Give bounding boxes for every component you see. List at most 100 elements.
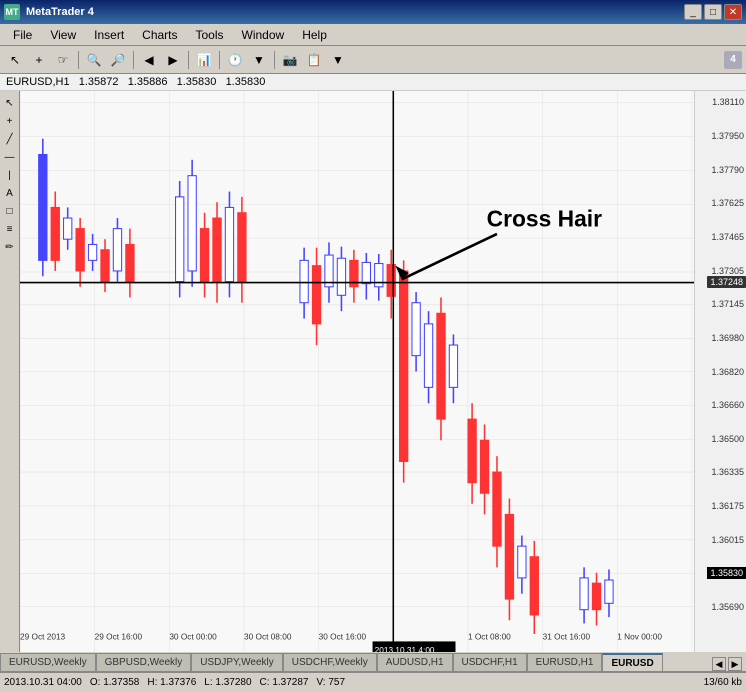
toolbar-period-arrow[interactable]: ▼ bbox=[248, 49, 270, 71]
svg-text:30 Oct 00:00: 30 Oct 00:00 bbox=[169, 631, 217, 641]
price-label-6: 1.37305 bbox=[711, 266, 744, 276]
chart-body: ↖ + ╱ — | A □ ≡ ✏ bbox=[0, 91, 746, 652]
price-label-8: 1.36980 bbox=[711, 333, 744, 343]
price-label-3: 1.37790 bbox=[711, 165, 744, 175]
status-open: O: 1.37358 bbox=[90, 677, 139, 688]
svg-text:31 Oct 16:00: 31 Oct 16:00 bbox=[543, 631, 591, 641]
price-label-15: 1.35690 bbox=[711, 602, 744, 612]
toolbar-back[interactable]: ◀ bbox=[138, 49, 160, 71]
tab-usdchf-h1[interactable]: USDCHF,H1 bbox=[453, 653, 527, 671]
menu-window[interactable]: Window bbox=[233, 25, 294, 45]
toolbar-template[interactable]: 📋 bbox=[303, 49, 325, 71]
status-volume: V: 757 bbox=[316, 677, 345, 688]
status-bar: 2013.10.31 04:00 O: 1.37358 H: 1.37376 L… bbox=[0, 672, 746, 692]
left-toolbar: ↖ + ╱ — | A □ ≡ ✏ bbox=[0, 91, 20, 652]
toolbar-zoom-out[interactable]: 🔎 bbox=[107, 49, 129, 71]
status-high: H: 1.37376 bbox=[147, 677, 196, 688]
menu-tools[interactable]: Tools bbox=[187, 25, 233, 45]
chart-header: EURUSD,H1 1.35872 1.35886 1.35830 1.3583… bbox=[0, 74, 746, 91]
title-bar: MT MetaTrader 4 _ □ ✕ bbox=[0, 0, 746, 24]
chart-bid3: 1.35830 bbox=[177, 76, 217, 88]
toolbar-hand[interactable]: ☞ bbox=[52, 49, 74, 71]
left-btn-rect[interactable]: □ bbox=[2, 203, 18, 219]
toolbar-crosshair[interactable]: + bbox=[28, 49, 50, 71]
toolbar-sep-5 bbox=[274, 51, 275, 69]
left-btn-arrow[interactable]: ↖ bbox=[2, 95, 18, 111]
toolbar-sep-2 bbox=[133, 51, 134, 69]
toolbar-period[interactable]: 🕐 bbox=[224, 49, 246, 71]
price-label-7: 1.37145 bbox=[711, 299, 744, 309]
tab-usdjpy-weekly[interactable]: USDJPY,Weekly bbox=[191, 653, 283, 671]
price-label-4: 1.37625 bbox=[711, 198, 744, 208]
left-btn-text[interactable]: A bbox=[2, 185, 18, 201]
status-low: L: 1.37280 bbox=[204, 677, 251, 688]
status-datetime: 2013.10.31 04:00 bbox=[4, 677, 82, 688]
price-label-1: 1.38110 bbox=[712, 97, 744, 107]
menu-help[interactable]: Help bbox=[293, 25, 336, 45]
tab-eurusd-h1[interactable]: EURUSD,H1 bbox=[527, 653, 603, 671]
svg-text:29 Oct 16:00: 29 Oct 16:00 bbox=[95, 631, 143, 641]
menu-file[interactable]: File bbox=[4, 25, 41, 45]
toolbar-forward[interactable]: ▶ bbox=[162, 49, 184, 71]
chart-bid4: 1.35830 bbox=[226, 76, 266, 88]
menu-bar: File View Insert Charts Tools Window Hel… bbox=[0, 24, 746, 46]
price-label-bottom: 1.35830 bbox=[707, 567, 746, 579]
chart-svg-area[interactable]: Cross Hair 29 Oct 2013 29 Oct 16:00 30 O… bbox=[20, 91, 694, 652]
price-axis: 1.38110 1.37950 1.37790 1.37625 1.37465 … bbox=[694, 91, 746, 652]
menu-insert[interactable]: Insert bbox=[85, 25, 133, 45]
toolbar-template-arrow[interactable]: ▼ bbox=[327, 49, 349, 71]
title-bar-controls: _ □ ✕ bbox=[684, 4, 742, 20]
tabs-nav: ◀ ▶ bbox=[712, 657, 746, 671]
price-label-highlighted: 1.37248 bbox=[707, 276, 746, 288]
price-label-5: 1.37465 bbox=[711, 232, 744, 242]
price-label-14: 1.36015 bbox=[711, 535, 744, 545]
title-bar-title: MetaTrader 4 bbox=[26, 6, 94, 18]
price-label-2: 1.37950 bbox=[711, 131, 744, 141]
tab-usdchf-weekly[interactable]: USDCHF,Weekly bbox=[283, 653, 377, 671]
toolbar-number: 4 bbox=[724, 51, 742, 69]
tab-gbpusd-weekly[interactable]: GBPUSD,Weekly bbox=[96, 653, 192, 671]
toolbar-sep-3 bbox=[188, 51, 189, 69]
title-bar-left: MT MetaTrader 4 bbox=[4, 4, 94, 20]
left-btn-line[interactable]: ╱ bbox=[2, 131, 18, 147]
svg-text:30 Oct 16:00: 30 Oct 16:00 bbox=[319, 631, 367, 641]
tabs-nav-right[interactable]: ▶ bbox=[728, 657, 742, 671]
chart-bid1: 1.35872 bbox=[79, 76, 119, 88]
menu-view[interactable]: View bbox=[41, 25, 85, 45]
svg-text:1 Oct 08:00: 1 Oct 08:00 bbox=[468, 631, 511, 641]
close-button[interactable]: ✕ bbox=[724, 4, 742, 20]
maximize-button[interactable]: □ bbox=[704, 4, 722, 20]
price-label-13: 1.36175 bbox=[711, 501, 744, 511]
price-label-9: 1.36820 bbox=[711, 367, 744, 377]
tab-eurusd-active[interactable]: EURUSD bbox=[602, 653, 662, 671]
status-filesize: 13/60 kb bbox=[704, 677, 742, 688]
chart-bid2: 1.35886 bbox=[128, 76, 168, 88]
left-btn-cross[interactable]: + bbox=[2, 113, 18, 129]
toolbar-sep-1 bbox=[78, 51, 79, 69]
svg-text:30 Oct 08:00: 30 Oct 08:00 bbox=[244, 631, 292, 641]
tab-eurusd-weekly[interactable]: EURUSD,Weekly bbox=[0, 653, 96, 671]
svg-text:1 Nov 00:00: 1 Nov 00:00 bbox=[617, 631, 662, 641]
price-label-12: 1.36335 bbox=[711, 467, 744, 477]
svg-text:2013.10.31 4:00: 2013.10.31 4:00 bbox=[375, 645, 435, 652]
toolbar: ↖ + ☞ 🔍 🔎 ◀ ▶ 📊 🕐 ▼ 📷 📋 ▼ 4 bbox=[0, 46, 746, 74]
toolbar-arrow[interactable]: ↖ bbox=[4, 49, 26, 71]
svg-text:Cross Hair: Cross Hair bbox=[487, 205, 602, 231]
chart-container: EURUSD,H1 1.35872 1.35886 1.35830 1.3583… bbox=[0, 74, 746, 692]
left-btn-hline[interactable]: — bbox=[2, 149, 18, 165]
menu-charts[interactable]: Charts bbox=[133, 25, 186, 45]
left-btn-pencil[interactable]: ✏ bbox=[2, 239, 18, 255]
app-icon: MT bbox=[4, 4, 20, 20]
left-btn-fib[interactable]: ≡ bbox=[2, 221, 18, 237]
status-close: C: 1.37287 bbox=[260, 677, 309, 688]
toolbar-screenshot[interactable]: 📷 bbox=[279, 49, 301, 71]
price-label-11: 1.36500 bbox=[711, 434, 744, 444]
minimize-button[interactable]: _ bbox=[684, 4, 702, 20]
toolbar-zoom-in[interactable]: 🔍 bbox=[83, 49, 105, 71]
tabs-nav-left[interactable]: ◀ bbox=[712, 657, 726, 671]
left-btn-vline[interactable]: | bbox=[2, 167, 18, 183]
tabs-bar: EURUSD,Weekly GBPUSD,Weekly USDJPY,Weekl… bbox=[0, 652, 746, 672]
toolbar-chart-type[interactable]: 📊 bbox=[193, 49, 215, 71]
tab-audusd-h1[interactable]: AUDUSD,H1 bbox=[377, 653, 453, 671]
price-label-10: 1.36660 bbox=[711, 400, 744, 410]
